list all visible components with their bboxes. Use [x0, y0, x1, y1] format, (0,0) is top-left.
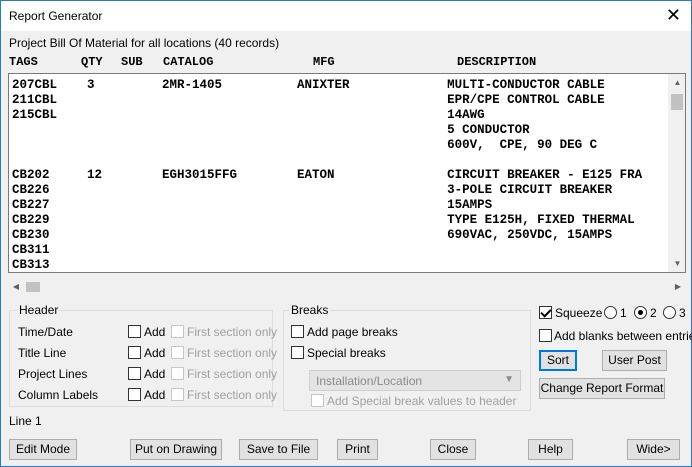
special-break-dropdown[interactable]: Installation/Location ▼: [309, 370, 521, 391]
squeeze-checkbox[interactable]: [539, 306, 552, 319]
report-line[interactable]: CB226 3-POLE CIRCUIT BREAKER: [12, 183, 612, 198]
user-post-button[interactable]: User Post: [602, 350, 667, 371]
horizontal-scrollbar[interactable]: ◀ ▶: [8, 279, 686, 295]
squeeze-radio-2[interactable]: [634, 306, 647, 319]
wide-button[interactable]: Wide>: [627, 439, 680, 460]
column-labels-add-checkbox[interactable]: [128, 388, 141, 401]
close-button[interactable]: Close: [430, 439, 476, 460]
close-icon[interactable]: ✕: [666, 5, 681, 25]
column-header-catalog: CATALOG: [163, 55, 214, 69]
scroll-down-icon[interactable]: ▼: [669, 255, 685, 272]
project-lines-first-section-label: First section only: [187, 367, 278, 381]
project-lines-add-label: Add: [144, 367, 166, 381]
squeeze-radio-1[interactable]: [604, 306, 617, 319]
scroll-left-icon[interactable]: ◀: [8, 279, 24, 295]
header-row-column-labels: Column Labels: [18, 388, 99, 402]
chevron-down-icon: ▼: [504, 374, 514, 385]
save-to-file-button[interactable]: Save to File: [239, 439, 318, 460]
squeeze-radio-3[interactable]: [663, 306, 676, 319]
title-line-add-label: Add: [144, 346, 166, 360]
add-page-breaks-label: Add page breaks: [307, 325, 398, 339]
report-line[interactable]: CB202 12 EGH3015FFG EATON CIRCUIT BREAKE…: [12, 168, 642, 183]
header-row-title-line: Title Line: [18, 346, 67, 360]
column-header-description: DESCRIPTION: [457, 55, 537, 69]
column-header-mfg: MFG: [313, 55, 335, 69]
horizontal-scroll-thumb[interactable]: [26, 282, 40, 292]
header-group-title: Header: [17, 303, 61, 317]
report-line[interactable]: 215CBL 14AWG: [12, 108, 485, 123]
column-labels-first-section-checkbox[interactable]: [171, 388, 184, 401]
report-listbox[interactable]: 207CBL 3 2MR-1405 ANIXTER MULTI-CONDUCTO…: [8, 73, 686, 273]
print-button[interactable]: Print: [337, 439, 378, 460]
report-caption: Project Bill Of Material for all locatio…: [9, 36, 280, 50]
column-labels-add-label: Add: [144, 388, 166, 402]
time-date-first-section-checkbox[interactable]: [171, 325, 184, 338]
window-title: Report Generator: [9, 9, 103, 23]
report-line[interactable]: 5 CONDUCTOR: [12, 123, 530, 138]
time-date-add-label: Add: [144, 325, 166, 339]
report-line[interactable]: CB229 TYPE E125H, FIXED THERMAL: [12, 213, 635, 228]
scroll-right-icon[interactable]: ▶: [670, 279, 686, 295]
squeeze-label: Squeeze: [555, 306, 603, 320]
scroll-up-icon[interactable]: ▲: [669, 74, 685, 91]
project-lines-first-section-checkbox[interactable]: [171, 367, 184, 380]
sort-button[interactable]: Sort: [539, 350, 577, 371]
time-date-add-checkbox[interactable]: [128, 325, 141, 338]
special-breaks-label: Special breaks: [307, 346, 386, 360]
add-special-values-label: Add Special break values to header: [327, 394, 517, 408]
special-breaks-checkbox[interactable]: [291, 346, 304, 359]
vertical-scrollbar[interactable]: ▲ ▼: [668, 74, 685, 272]
title-line-first-section-checkbox[interactable]: [171, 346, 184, 359]
project-lines-add-checkbox[interactable]: [128, 367, 141, 380]
title-line-first-section-label: First section only: [187, 346, 278, 360]
report-line[interactable]: 600V, CPE, 90 DEG C: [12, 138, 597, 153]
report-line[interactable]: CB227 15AMPS: [12, 198, 492, 213]
add-blanks-label: Add blanks between entries: [554, 329, 692, 343]
header-row-time-date: Time/Date: [18, 325, 73, 339]
vertical-scroll-thumb[interactable]: [671, 94, 683, 110]
report-line[interactable]: CB230 690VAC, 250VDC, 15AMPS: [12, 228, 612, 243]
report-line[interactable]: CB313: [12, 258, 50, 272]
add-page-breaks-checkbox[interactable]: [291, 325, 304, 338]
add-blanks-checkbox[interactable]: [539, 329, 552, 342]
squeeze-radio-2-label: 2: [650, 306, 657, 320]
column-labels-first-section-label: First section only: [187, 388, 278, 402]
edit-mode-button[interactable]: Edit Mode: [9, 439, 77, 460]
change-report-format-button[interactable]: Change Report Format: [539, 378, 665, 399]
title-bar: Report Generator ✕: [1, 1, 691, 31]
column-header-tags: TAGS: [9, 55, 38, 69]
help-button[interactable]: Help: [528, 439, 573, 460]
title-line-add-checkbox[interactable]: [128, 346, 141, 359]
squeeze-radio-3-label: 3: [679, 306, 686, 320]
special-break-dropdown-value: Installation/Location: [316, 374, 423, 388]
column-header-sub: SUB: [121, 55, 143, 69]
report-line[interactable]: 207CBL 3 2MR-1405 ANIXTER MULTI-CONDUCTO…: [12, 78, 605, 93]
report-line[interactable]: 211CBL EPR/CPE CONTROL CABLE: [12, 93, 605, 108]
header-row-project-lines: Project Lines: [18, 367, 88, 381]
column-header-qty: QTY: [81, 55, 103, 69]
report-line[interactable]: CB311: [12, 243, 50, 258]
status-line: Line 1: [9, 414, 42, 428]
squeeze-radio-1-label: 1: [620, 306, 627, 320]
add-special-values-checkbox[interactable]: [311, 394, 324, 407]
report-generator-window: Report Generator ✕ Project Bill Of Mater…: [0, 0, 692, 467]
put-on-drawing-button[interactable]: Put on Drawing: [130, 439, 222, 460]
time-date-first-section-label: First section only: [187, 325, 278, 339]
breaks-group-title: Breaks: [289, 303, 331, 317]
